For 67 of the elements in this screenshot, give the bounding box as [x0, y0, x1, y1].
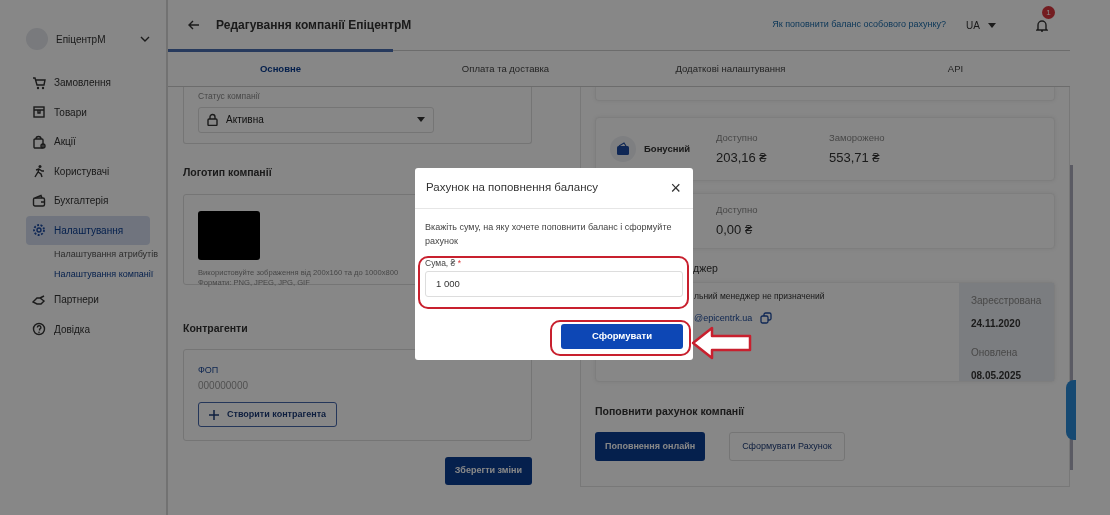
modal-title: Рахунок на поповнення балансу: [426, 180, 598, 196]
language-selector[interactable]: UA: [966, 17, 980, 33]
field-label: Доступно: [716, 202, 759, 217]
balance-amount: 553,71 ₴: [829, 148, 881, 167]
shopping-bag-icon: [32, 134, 46, 149]
field-label: Статус компанії: [198, 90, 261, 103]
date-value: 24.11.2020: [971, 316, 1022, 331]
sidebar-item[interactable]: Налаштування: [26, 215, 150, 245]
field-label: Зареєстрована: [971, 293, 1043, 308]
sidebar-item[interactable]: Товари: [26, 97, 150, 127]
running-person-icon: [32, 164, 46, 179]
sidebar-item[interactable]: Бухгалтерія: [26, 186, 150, 216]
plus-icon: [209, 409, 219, 420]
tab[interactable]: API: [843, 49, 1068, 86]
manager-note: льний менеджер не призначений: [694, 289, 826, 303]
balance-amount: 0,00 ₴: [716, 220, 754, 239]
box-icon: [32, 105, 46, 120]
sidebar-subitem[interactable]: Налаштування компанії: [26, 265, 154, 285]
caret-down-icon: [988, 22, 996, 28]
back-arrow-icon: [188, 20, 200, 30]
sidebar-item[interactable]: Замовлення: [26, 68, 150, 98]
side-tab[interactable]: [1066, 380, 1076, 440]
section-heading: Контрагенти: [183, 320, 249, 336]
top-up-button[interactable]: Сформувати Рахунок: [729, 431, 845, 461]
date-value: 08.05.2025: [971, 368, 1023, 383]
caret-down-icon: [417, 117, 425, 123]
tab[interactable]: Додаткові налаштування: [618, 49, 843, 86]
field-label: Доступно: [716, 130, 759, 145]
tab[interactable]: Оплата та доставка: [393, 49, 618, 86]
copy-icon: [760, 312, 773, 325]
chevron-down-icon: [140, 35, 150, 43]
counterparty-type[interactable]: ФОП: [198, 364, 517, 378]
sidebar-item[interactable]: Акції: [26, 127, 150, 157]
balance-name: Бонусний: [644, 141, 691, 156]
handshake-icon: [32, 292, 46, 307]
sidebar-subitem[interactable]: Налаштування атрибутів: [26, 245, 159, 265]
gear-icon: [32, 223, 46, 238]
field-label: Заморожено: [829, 130, 886, 145]
modal-text: Вкажіть суму, на яку хочете поповнити баланс і сформуйте рахунок: [425, 221, 673, 248]
help-link[interactable]: Як поповнити баланс особового рахунку?: [772, 18, 947, 32]
section-heading: Поповнити рахунок компанії: [595, 403, 746, 419]
logo-image: [198, 210, 260, 260]
bell-icon: [1036, 19, 1048, 33]
wallet-icon: [32, 193, 46, 208]
sidebar-item[interactable]: Користувачі: [26, 156, 150, 186]
notification-count: 1: [1042, 5, 1055, 19]
sidebar-item[interactable]: Партнери: [26, 285, 150, 315]
submit-button[interactable]: Сформувати: [561, 323, 683, 349]
tab[interactable]: Основне: [168, 49, 393, 86]
close-button[interactable]: ×: [670, 179, 681, 197]
amount-field[interactable]: 1 000: [425, 270, 683, 297]
section-heading: Логотип компанії: [183, 164, 273, 180]
create-counterparty-button[interactable]: Створити контрагента: [198, 401, 338, 428]
sidebar-item[interactable]: Довідка: [26, 314, 150, 344]
save-button[interactable]: Зберегти зміни: [444, 457, 532, 485]
help-icon: [32, 322, 46, 337]
top-up-button[interactable]: Поповнення онлайн: [595, 431, 706, 461]
section-heading: джер: [693, 261, 719, 276]
page-title: Редагування компанії ЕпіцентрМ: [216, 17, 413, 34]
balance-amount: 203,16 ₴: [716, 148, 768, 167]
wallet-icon: [610, 136, 636, 162]
company-name[interactable]: ЕпіцентрМ: [56, 31, 132, 47]
status-select[interactable]: Активна: [198, 106, 434, 133]
email-link[interactable]: @epicentrk.ua: [694, 311, 753, 325]
lock-icon: [207, 113, 218, 127]
cart-icon: [32, 75, 46, 90]
field-label: Сума, ₴ *: [425, 257, 462, 270]
